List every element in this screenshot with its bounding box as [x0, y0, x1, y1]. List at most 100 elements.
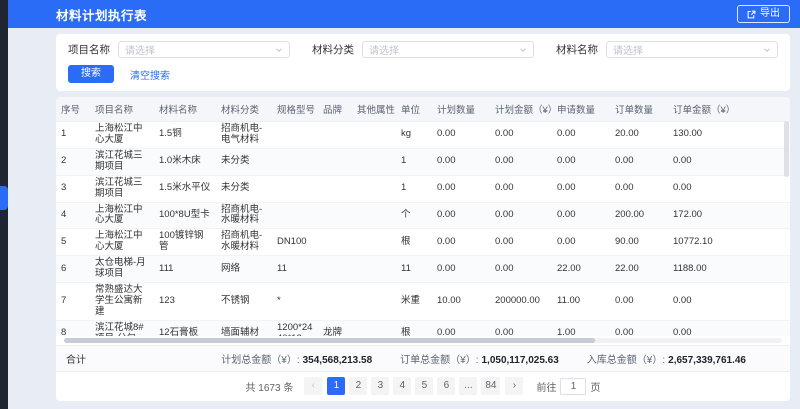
- pagination-total: 共 1673 条: [246, 379, 294, 394]
- clear-search-link[interactable]: 清空搜索: [130, 67, 170, 82]
- table-cell: 0.00: [490, 202, 552, 229]
- pagination-pages: 123456...84: [327, 377, 500, 395]
- table-cell: 0.00: [610, 175, 668, 202]
- table-cell: 0.00: [490, 256, 552, 283]
- table-cell: [272, 175, 318, 202]
- table-cell: [352, 229, 396, 256]
- summary-row: 合计 计划总金额（¥）:354,568,213.58订单总金额（¥）:1,050…: [56, 345, 790, 372]
- page-button-3[interactable]: 3: [371, 377, 389, 395]
- table-cell: 龙牌: [318, 320, 352, 336]
- table-cell: 0.00: [552, 229, 610, 256]
- table-cell: [352, 256, 396, 283]
- summary-total-label: 合计: [66, 351, 86, 366]
- page-title: 材料计划执行表: [56, 5, 147, 24]
- table-cell: 2: [56, 148, 90, 175]
- summary-item-label: 订单总金额（¥）:: [400, 355, 478, 366]
- table-cell: 上海松江中心大厦: [90, 229, 154, 256]
- table-cell: 11: [272, 256, 318, 283]
- table-cell: [272, 148, 318, 175]
- table-cell: 1200*2440*12: [272, 320, 318, 336]
- table-cell: 11.00: [552, 283, 610, 321]
- table-cell: 米重: [396, 283, 432, 321]
- table-cell: 0.00: [610, 283, 668, 321]
- column-header: 订单数量: [610, 97, 668, 122]
- table-wrap: 序号项目名称材料名称材料分类规格型号品牌其他属性单位计划数量计划金额（¥）申请数…: [56, 97, 790, 336]
- topbar: 材料计划执行表 导出: [8, 0, 800, 28]
- horizontal-scrollbar-thumb[interactable]: [64, 338, 595, 343]
- table-cell: 上海松江中心大厦: [90, 122, 154, 149]
- vertical-scrollbar[interactable]: [784, 121, 789, 321]
- table-cell: 111: [154, 256, 216, 283]
- table-cell: 10.00: [432, 283, 490, 321]
- page-button-84[interactable]: 84: [481, 377, 500, 395]
- table-cell: 90.00: [610, 229, 668, 256]
- prev-page-button[interactable]: ‹: [304, 377, 322, 395]
- table-cell: 招商机电-水暖材料: [216, 202, 272, 229]
- table-cell: 滨江花城三期项目: [90, 148, 154, 175]
- page-button-2[interactable]: 2: [349, 377, 367, 395]
- table-cell: 滨江花城8#项目-分包: [90, 320, 154, 336]
- table-card: 序号项目名称材料名称材料分类规格型号品牌其他属性单位计划数量计划金额（¥）申请数…: [56, 97, 790, 401]
- next-page-button[interactable]: ›: [505, 377, 523, 395]
- table-cell: 11: [396, 256, 432, 283]
- pagination-ellipsis[interactable]: ...: [459, 377, 477, 395]
- table-row: 8滨江花城8#项目-分包12石膏板墙面辅材1200*2440*12龙牌根0.00…: [56, 320, 790, 336]
- table-header-row: 序号项目名称材料名称材料分类规格型号品牌其他属性单位计划数量计划金额（¥）申请数…: [56, 97, 790, 122]
- table-cell: 100*8U型卡: [154, 202, 216, 229]
- page-button-5[interactable]: 5: [415, 377, 433, 395]
- vertical-scrollbar-thumb[interactable]: [784, 121, 789, 177]
- summary-item-value: 2,657,339,761.46: [668, 355, 746, 366]
- table-cell: 太仓电梯-月球项目: [90, 256, 154, 283]
- table-cell: kg: [396, 122, 432, 149]
- page-button-4[interactable]: 4: [393, 377, 411, 395]
- table-cell: 0.00: [668, 283, 790, 321]
- table-row: 6太仓电梯-月球项目111网络11110.000.0022.0022.00118…: [56, 256, 790, 283]
- table-cell: 22.00: [610, 256, 668, 283]
- table-cell: 未分类: [216, 175, 272, 202]
- table-cell: 0.00: [432, 148, 490, 175]
- chevron-down-icon: [275, 46, 283, 54]
- table-cell: [272, 202, 318, 229]
- table-cell: 0.00: [490, 122, 552, 149]
- table-cell: [318, 229, 352, 256]
- filter-row: 项目名称 请选择 材料分类 请选择: [68, 41, 778, 58]
- search-button[interactable]: 搜索: [68, 65, 114, 83]
- table-cell: 22.00: [552, 256, 610, 283]
- select-placeholder: 请选择: [369, 42, 399, 57]
- table-cell: 招商机电-电气材料: [216, 122, 272, 149]
- table-cell: 上海松江中心大厦: [90, 202, 154, 229]
- column-header: 计划数量: [432, 97, 490, 122]
- table-cell: 0.00: [432, 175, 490, 202]
- table-cell: 墙面辅材: [216, 320, 272, 336]
- horizontal-scrollbar[interactable]: [64, 338, 782, 343]
- filter-label: 材料分类: [312, 42, 354, 57]
- summary-item-value: 1,050,117,025.63: [481, 355, 558, 366]
- table-row: 5上海松江中心大厦100镀锌钢管招商机电-水暖材料DN100根0.000.000…: [56, 229, 790, 256]
- column-header: 申请数量: [552, 97, 610, 122]
- material-category-select[interactable]: 请选择: [362, 41, 534, 58]
- table-cell: 常熟盛达大学生公寓新建: [90, 283, 154, 321]
- table-cell: 5: [56, 229, 90, 256]
- select-placeholder: 请选择: [125, 42, 155, 57]
- goto-page-input[interactable]: [560, 378, 586, 395]
- table-row: 7常熟盛达大学生公寓新建123不锈钢*米重10.00200000.0011.00…: [56, 283, 790, 321]
- material-name-select[interactable]: 请选择: [606, 41, 778, 58]
- summary-item-label: 入库总金额（¥）:: [587, 355, 665, 366]
- export-button[interactable]: 导出: [737, 5, 790, 23]
- table-cell: [318, 122, 352, 149]
- table-cell: 未分类: [216, 148, 272, 175]
- filter-material-name: 材料名称 请选择: [556, 41, 778, 58]
- goto-prefix-label: 前往: [536, 379, 556, 394]
- page-button-6[interactable]: 6: [437, 377, 455, 395]
- sidebar-expand-handle[interactable]: [0, 186, 8, 210]
- table-cell: 1.5铜: [154, 122, 216, 149]
- summary-item: 入库总金额（¥）:2,657,339,761.46: [587, 351, 746, 366]
- page-button-1[interactable]: 1: [327, 377, 345, 395]
- project-name-select[interactable]: 请选择: [118, 41, 290, 58]
- table-cell: 1: [56, 122, 90, 149]
- table-cell: 根: [396, 229, 432, 256]
- table-cell: 1: [396, 175, 432, 202]
- table-cell: 0.00: [432, 122, 490, 149]
- table-cell: [318, 202, 352, 229]
- table-cell: [318, 175, 352, 202]
